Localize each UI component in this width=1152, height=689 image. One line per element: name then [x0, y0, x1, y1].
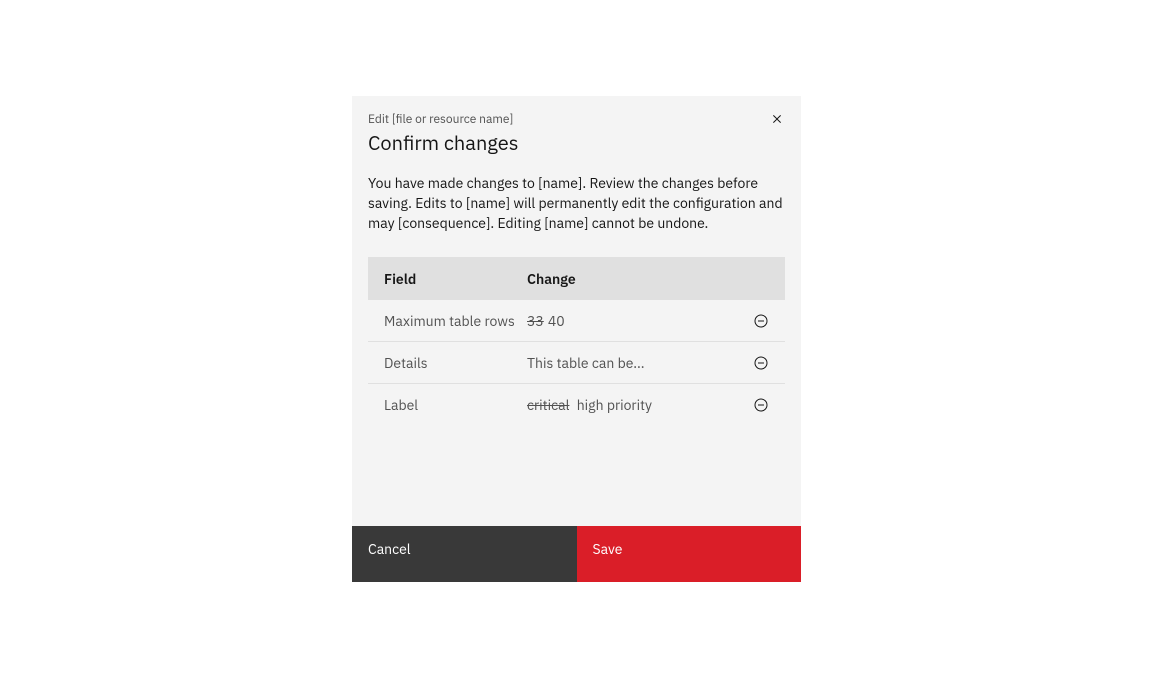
modal-body: You have made changes to [name]. Review …	[352, 157, 801, 526]
table-row: Details This table can be...	[368, 342, 785, 384]
modal-subtitle: Edit [file or resource name]	[368, 112, 785, 127]
header-field: Field	[384, 270, 527, 288]
row-action	[741, 397, 769, 413]
row-change-value: critical high priority	[527, 396, 741, 414]
remove-change-icon[interactable]	[753, 397, 769, 413]
remove-change-icon[interactable]	[753, 313, 769, 329]
cancel-button[interactable]: Cancel	[352, 526, 577, 582]
remove-change-icon[interactable]	[753, 355, 769, 371]
confirm-changes-modal: Edit [file or resource name] Confirm cha…	[352, 96, 801, 582]
row-field-label: Label	[384, 396, 527, 414]
table-header: Field Change	[368, 257, 785, 300]
row-action	[741, 355, 769, 371]
new-value: This table can be...	[527, 354, 645, 372]
new-value: high priority	[577, 396, 652, 414]
row-change-value: 3340	[527, 312, 741, 330]
row-action	[741, 313, 769, 329]
close-icon	[769, 111, 785, 130]
row-change-value: This table can be...	[527, 354, 741, 372]
modal-footer: Cancel Save	[352, 526, 801, 582]
close-button[interactable]	[765, 108, 789, 132]
new-value: 40	[548, 312, 565, 330]
header-change: Change	[527, 270, 741, 288]
table-row: Maximum table rows 3340	[368, 300, 785, 342]
save-button[interactable]: Save	[577, 526, 802, 582]
modal-title: Confirm changes	[368, 129, 785, 157]
modal-spacer	[368, 426, 785, 526]
row-field-label: Maximum table rows	[384, 312, 527, 330]
row-field-label: Details	[384, 354, 527, 372]
modal-description: You have made changes to [name]. Review …	[368, 173, 785, 233]
old-value: critical	[527, 396, 569, 414]
table-row: Label critical high priority	[368, 384, 785, 426]
changes-table: Field Change Maximum table rows 3340	[368, 257, 785, 426]
modal-header: Edit [file or resource name] Confirm cha…	[352, 96, 801, 157]
old-value: 33	[527, 312, 544, 330]
